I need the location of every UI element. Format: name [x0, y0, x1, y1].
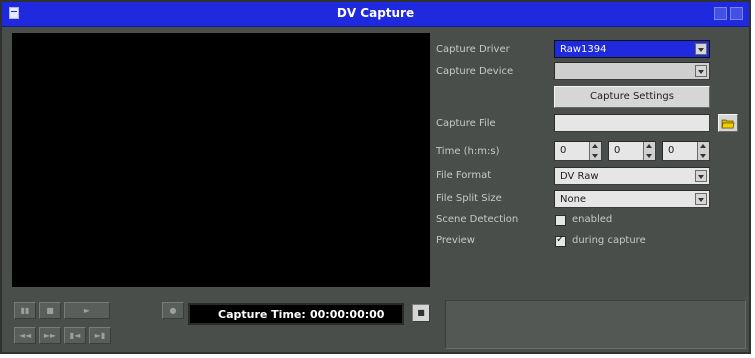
capture-driver-value: Raw1394 [560, 44, 607, 55]
status-panel [445, 300, 746, 349]
capture-file-input[interactable] [554, 114, 710, 132]
file-format-value: DV Raw [560, 171, 599, 182]
scene-detection-option: enabled [572, 214, 613, 225]
play-icon[interactable]: ► [64, 302, 110, 319]
capture-time-value: 00:00:00:00 [310, 308, 385, 321]
checkmark-icon: ✓ [556, 234, 565, 245]
capture-driver-select[interactable]: Raw1394 [554, 40, 710, 58]
chevron-down-icon[interactable] [695, 43, 707, 55]
maximize-icon[interactable] [730, 7, 743, 20]
open-folder-icon[interactable] [718, 114, 738, 132]
time-hours-spinner[interactable]: 0 [554, 141, 602, 161]
window-title: DV Capture [336, 6, 415, 20]
time-label: Time (h:m:s) [436, 146, 500, 157]
spinner-arrows-icon[interactable] [697, 142, 709, 160]
dv-capture-window: DV Capture Capture Driver Raw1394 Captur… [0, 0, 751, 354]
time-minutes-value: 0 [614, 145, 621, 156]
time-seconds-value: 0 [668, 145, 675, 156]
preview-checkbox[interactable]: ✓ [555, 234, 566, 247]
time-minutes-spinner[interactable]: 0 [608, 141, 656, 161]
rewind-icon[interactable]: ◄◄ [14, 327, 36, 344]
fast-forward-icon[interactable]: ►► [39, 327, 61, 344]
capture-driver-label: Capture Driver [436, 44, 510, 55]
next-frame-icon[interactable]: ►▮ [89, 327, 111, 344]
file-split-size-value: None [560, 194, 587, 205]
capture-time-display: Capture Time: 00:00:00:00 [188, 303, 404, 325]
chevron-down-icon[interactable] [695, 193, 707, 205]
pause-icon[interactable]: ▮▮ [14, 302, 36, 319]
video-preview [12, 33, 430, 287]
stop-icon[interactable]: ■ [39, 302, 61, 319]
capture-device-label: Capture Device [436, 66, 514, 77]
spinner-arrows-icon[interactable] [643, 142, 655, 160]
minimize-icon[interactable] [714, 7, 727, 20]
chevron-down-icon[interactable] [695, 65, 707, 77]
title-bar: DV Capture [2, 2, 749, 27]
preview-label: Preview [436, 235, 475, 246]
capture-settings-button[interactable]: Capture Settings [554, 86, 710, 108]
folder-icon [721, 119, 735, 129]
scene-detection-checkbox[interactable] [555, 215, 566, 226]
file-split-size-select[interactable]: None [554, 190, 710, 208]
preview-option: during capture [572, 235, 646, 246]
capture-time-label: Capture Time: [218, 308, 306, 321]
spinner-arrows-icon[interactable] [589, 142, 601, 160]
chevron-down-icon[interactable] [695, 170, 707, 182]
file-split-size-label: File Split Size [436, 193, 502, 204]
capture-device-select[interactable] [554, 62, 710, 80]
prev-frame-icon[interactable]: ▮◄ [64, 327, 86, 344]
file-format-select[interactable]: DV Raw [554, 167, 710, 185]
small-square-button[interactable]: ■ [412, 304, 430, 322]
time-seconds-spinner[interactable]: 0 [662, 141, 710, 161]
scene-detection-label: Scene Detection [436, 214, 519, 225]
file-format-label: File Format [436, 170, 492, 181]
time-hours-value: 0 [560, 145, 567, 156]
record-button[interactable]: ● [162, 302, 184, 319]
capture-file-label: Capture File [436, 118, 496, 129]
